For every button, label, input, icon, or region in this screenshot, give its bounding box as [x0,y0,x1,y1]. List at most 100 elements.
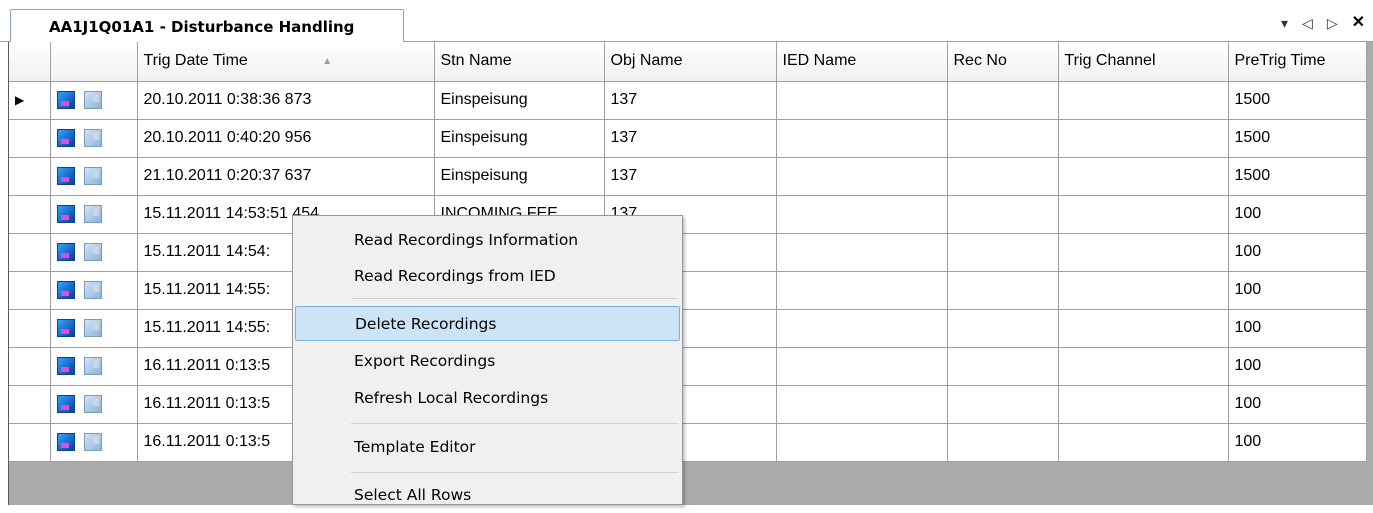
row-header[interactable] [9,309,51,348]
disturbance-record-icon[interactable] [56,280,75,299]
cell-ied-name[interactable] [776,347,948,386]
cell-trig-channel[interactable] [1058,233,1229,272]
cell-ied-name[interactable] [776,423,948,462]
cell-rec-no[interactable] [947,309,1059,348]
cell-pretrig-time[interactable]: 100 [1228,195,1367,234]
row-header[interactable] [9,157,51,196]
disturbance-record-icon[interactable] [56,242,75,261]
local-record-icon[interactable] [83,356,102,375]
cell-rec-no[interactable] [947,347,1059,386]
tab-disturbance-handling[interactable]: AA1J1Q01A1 - Disturbance Handling [10,9,404,42]
disturbance-record-icon[interactable] [56,318,75,337]
close-icon[interactable]: ✕ [1352,15,1365,31]
cell-rec-no[interactable] [947,119,1059,158]
menu-item-refresh-local-recordings[interactable]: Refresh Local Recordings [295,381,680,416]
cell-pretrig-time[interactable]: 100 [1228,233,1367,272]
cell-pretrig-time[interactable]: 1500 [1228,81,1367,120]
row-header[interactable] [9,195,51,234]
menu-item-delete-recordings[interactable]: Delete Recordings [295,306,680,341]
cell-stn-name[interactable]: Einspeisung [434,157,605,196]
menu-item-template-editor[interactable]: Template Editor [295,430,680,465]
cell-pretrig-time[interactable]: 1500 [1228,119,1367,158]
column-header-stn-name[interactable]: Stn Name [434,42,605,82]
cell-trig-channel[interactable] [1058,385,1229,424]
local-record-icon[interactable] [83,128,102,147]
menu-item-select-all-rows[interactable]: Select All Rows [295,478,680,513]
cell-trig-channel[interactable] [1058,81,1229,120]
cell-ied-name[interactable] [776,233,948,272]
cell-trig-channel[interactable] [1058,423,1229,462]
row-header[interactable] [9,385,51,424]
row-header[interactable]: ▶ [9,81,51,120]
cell-pretrig-time[interactable]: 1500 [1228,157,1367,196]
disturbance-record-icon[interactable] [56,394,75,413]
cell-ied-name[interactable] [776,81,948,120]
column-header-pretrig-time[interactable]: PreTrig Time [1228,42,1367,82]
cell-obj-name[interactable]: 137 [604,157,777,196]
cell-ied-name[interactable] [776,119,948,158]
table-row[interactable]: 15.11.2011 14:53:51 454 INCOMING FEE 137… [9,195,1367,234]
row-header[interactable] [9,271,51,310]
table-row[interactable]: ▶ 20.10.2011 0:38:36 873 Einspeisung 137… [9,81,1367,120]
disturbance-record-icon[interactable] [56,432,75,451]
cell-rec-no[interactable] [947,81,1059,120]
local-record-icon[interactable] [83,204,102,223]
cell-trig-channel[interactable] [1058,157,1229,196]
cell-trig-channel[interactable] [1058,271,1229,310]
local-record-icon[interactable] [83,166,102,185]
cell-ied-name[interactable] [776,271,948,310]
cell-ied-name[interactable] [776,309,948,348]
cell-trig-channel[interactable] [1058,347,1229,386]
table-row[interactable]: 21.10.2011 0:20:37 637 Einspeisung 137 1… [9,157,1367,196]
local-record-icon[interactable] [83,90,102,109]
table-row[interactable]: 16.11.2011 0:13:5 100 [9,423,1367,462]
disturbance-record-icon[interactable] [56,90,75,109]
menu-item-read-recordings-information[interactable]: Read Recordings Information [295,223,680,258]
table-row[interactable]: 15.11.2011 14:55: 100 [9,309,1367,348]
local-record-icon[interactable] [83,318,102,337]
cell-pretrig-time[interactable]: 100 [1228,385,1367,424]
local-record-icon[interactable] [83,242,102,261]
cell-rec-no[interactable] [947,157,1059,196]
disturbance-record-icon[interactable] [56,128,75,147]
column-header-trig-date-time[interactable]: Trig Date Time ▲ [137,42,435,82]
scroll-left-icon[interactable]: ◁ [1302,15,1313,31]
disturbance-record-icon[interactable] [56,166,75,185]
cell-trig-channel[interactable] [1058,119,1229,158]
cell-pretrig-time[interactable]: 100 [1228,309,1367,348]
cell-obj-name[interactable]: 137 [604,119,777,158]
table-row[interactable]: 20.10.2011 0:40:20 956 Einspeisung 137 1… [9,119,1367,158]
cell-trig-date-time[interactable]: 20.10.2011 0:38:36 873 [137,81,435,120]
cell-pretrig-time[interactable]: 100 [1228,423,1367,462]
column-header-icons[interactable] [50,42,138,82]
disturbance-record-icon[interactable] [56,356,75,375]
cell-rec-no[interactable] [947,271,1059,310]
cell-stn-name[interactable]: Einspeisung [434,119,605,158]
menu-item-export-recordings[interactable]: Export Recordings [295,344,680,379]
cell-trig-date-time[interactable]: 21.10.2011 0:20:37 637 [137,157,435,196]
table-row[interactable]: 16.11.2011 0:13:5 100 [9,347,1367,386]
local-record-icon[interactable] [83,394,102,413]
disturbance-record-icon[interactable] [56,204,75,223]
row-header[interactable] [9,119,51,158]
table-row[interactable]: 15.11.2011 14:54: 100 [9,233,1367,272]
cell-rec-no[interactable] [947,233,1059,272]
scroll-right-icon[interactable]: ▷ [1327,15,1338,31]
table-row[interactable]: 16.11.2011 0:13:5 100 [9,385,1367,424]
cell-trig-channel[interactable] [1058,309,1229,348]
dropdown-arrow-icon[interactable]: ▾ [1281,15,1288,31]
column-header-trig-channel[interactable]: Trig Channel [1058,42,1229,82]
row-header[interactable] [9,423,51,462]
column-header-rec-no[interactable]: Rec No [947,42,1059,82]
cell-stn-name[interactable]: Einspeisung [434,81,605,120]
row-header[interactable] [9,233,51,272]
cell-trig-channel[interactable] [1058,195,1229,234]
column-header-obj-name[interactable]: Obj Name [604,42,777,82]
table-row[interactable]: 15.11.2011 14:55: 100 [9,271,1367,310]
menu-item-read-recordings-from-ied[interactable]: Read Recordings from IED [295,259,680,294]
cell-trig-date-time[interactable]: 20.10.2011 0:40:20 956 [137,119,435,158]
cell-obj-name[interactable]: 137 [604,81,777,120]
local-record-icon[interactable] [83,432,102,451]
cell-rec-no[interactable] [947,385,1059,424]
cell-rec-no[interactable] [947,423,1059,462]
